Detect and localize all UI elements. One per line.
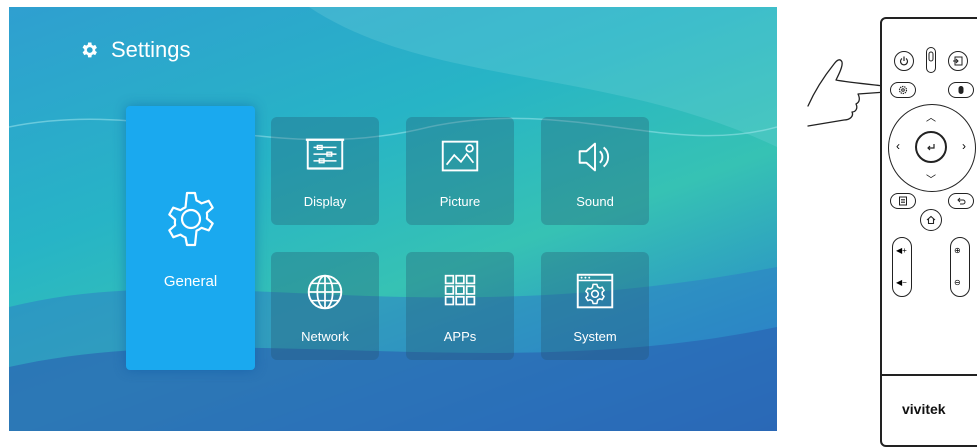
input-source-button[interactable] [948, 51, 968, 71]
enter-icon [927, 144, 935, 151]
tile-network[interactable]: Network [271, 252, 379, 360]
power-button[interactable] [894, 51, 914, 71]
laser-button[interactable] [926, 47, 936, 73]
screen-header: Settings [79, 37, 191, 63]
tile-label: General [163, 272, 218, 290]
mouse-mode-button[interactable] [948, 82, 974, 98]
arrow-down-icon[interactable]: ﹀ [926, 171, 936, 186]
volume-down-icon[interactable]: ◀− [896, 278, 907, 287]
remote-divider [882, 374, 977, 376]
tile-picture[interactable]: Picture [406, 117, 514, 225]
input-source-icon [953, 56, 963, 66]
tile-general[interactable]: General [126, 106, 255, 370]
tile-label: Display [303, 193, 347, 209]
enter-button[interactable] [915, 131, 947, 163]
tile-label: Network [301, 328, 349, 344]
zoom-out-icon[interactable]: ⊖ [954, 278, 961, 287]
background-waves [9, 7, 777, 431]
settings-gear-icon [82, 42, 97, 58]
tile-apps[interactable]: APPs [406, 252, 514, 360]
home-icon [926, 215, 936, 225]
tile-label: Sound [576, 193, 614, 209]
zoom-rocker: ⊕ ⊖ [950, 237, 970, 297]
speaker-icon [578, 142, 610, 171]
menu-button[interactable] [890, 193, 916, 209]
tile-label: APPs [443, 328, 477, 344]
tile-label: System [573, 328, 617, 344]
back-button[interactable] [948, 193, 974, 209]
settings-button[interactable] [890, 82, 916, 98]
globe-icon [307, 274, 343, 309]
tile-system[interactable]: System [541, 252, 649, 360]
home-button[interactable] [920, 209, 942, 231]
tile-label: Picture [439, 193, 481, 209]
projection-screen-icon [305, 138, 345, 170]
menu-icon [899, 196, 907, 206]
brand-logo: vivitek [902, 401, 946, 417]
volume-rocker: ◀+ ◀− [892, 237, 912, 297]
picture-icon [441, 140, 479, 171]
mouse-icon [958, 86, 964, 94]
mouse-icon [928, 51, 934, 62]
arrow-up-icon[interactable]: ︿ [926, 109, 936, 124]
power-icon [899, 56, 909, 66]
settings-icon [898, 85, 908, 95]
tile-display[interactable]: Display [271, 117, 379, 225]
volume-up-icon[interactable]: ◀+ [896, 246, 907, 255]
page-title: Settings [111, 37, 191, 62]
tile-sound[interactable]: Sound [541, 117, 649, 225]
settings-screen: Settings General Display Picture Sound N… [9, 7, 777, 431]
remote-control: ︿ ‹ › ﹀ ◀+ ◀− ⊕ ⊖ vivitek [880, 17, 977, 447]
apps-grid-icon [444, 274, 476, 305]
back-icon [957, 197, 966, 205]
gear-icon [167, 191, 214, 246]
zoom-in-icon[interactable]: ⊕ [954, 246, 961, 255]
arrow-left-icon[interactable]: ‹ [896, 139, 900, 153]
arrow-right-icon[interactable]: › [962, 139, 966, 153]
system-settings-icon [576, 273, 614, 308]
